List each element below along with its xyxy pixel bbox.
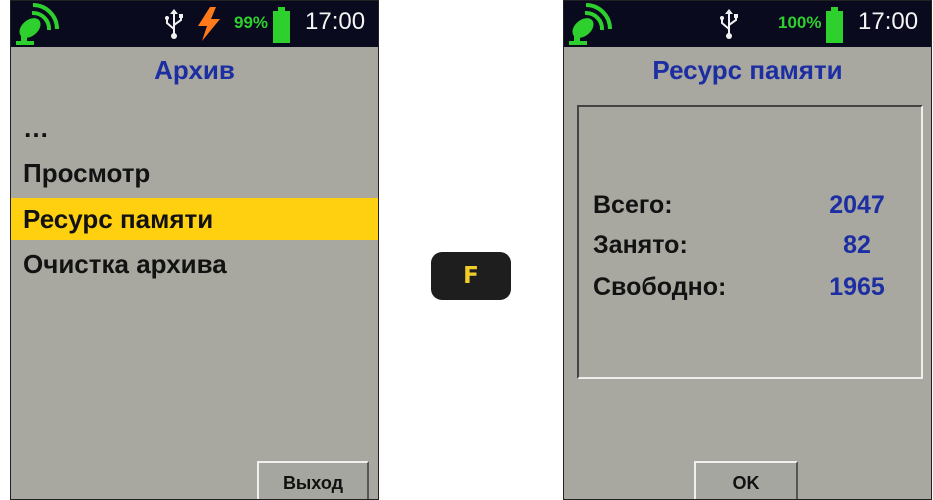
exit-button[interactable]: Выход <box>257 461 369 499</box>
clock: 17:00 <box>305 8 366 35</box>
stat-row-total: Всего: 2047 <box>579 191 921 231</box>
status-bar: 99% 17:00 <box>11 1 378 47</box>
archive-menu: … Просмотр Ресурс памяти Очистка архива <box>11 106 378 287</box>
screen-title: Архив <box>154 55 235 85</box>
battery-percent: 99% <box>234 13 269 32</box>
clock: 17:00 <box>858 8 919 35</box>
f-key-icon: F <box>431 252 511 300</box>
usb-icon <box>165 9 183 39</box>
satellite-icon <box>16 3 59 45</box>
stat-value: 82 <box>843 231 871 259</box>
menu-item-view[interactable]: Просмотр <box>11 151 378 196</box>
battery-percent: 100% <box>778 13 822 32</box>
ok-button[interactable]: OK <box>694 461 798 499</box>
memory-stats-panel: Всего: 2047 Занято: 82 Свободно: 1965 <box>577 105 923 379</box>
battery-icon <box>273 7 290 43</box>
screen-title: Ресурс памяти <box>652 55 843 85</box>
stat-row-free: Свободно: 1965 <box>579 273 921 313</box>
usb-icon <box>720 9 738 39</box>
archive-menu-screen: 99% 17:00 Архив … Просмотр Ресурс памяти… <box>10 0 379 500</box>
battery-icon <box>826 7 843 43</box>
stat-label: Свободно: <box>593 273 727 301</box>
menu-item-memory-resource[interactable]: Ресурс памяти <box>11 198 378 240</box>
menu-item-clear-archive[interactable]: Очистка архива <box>11 242 378 287</box>
stat-row-used: Занято: 82 <box>579 231 921 271</box>
stat-label: Всего: <box>593 191 673 219</box>
menu-item-more[interactable]: … <box>11 106 378 151</box>
satellite-icon <box>569 3 612 45</box>
charging-bolt-icon <box>198 7 220 41</box>
stat-value: 1965 <box>829 273 885 301</box>
memory-resource-screen: 100% 17:00 Ресурс памяти Всего: 2047 Зан… <box>563 0 932 500</box>
stat-value: 2047 <box>829 191 885 219</box>
stat-label: Занято: <box>593 231 688 259</box>
status-bar: 100% 17:00 <box>564 1 931 47</box>
